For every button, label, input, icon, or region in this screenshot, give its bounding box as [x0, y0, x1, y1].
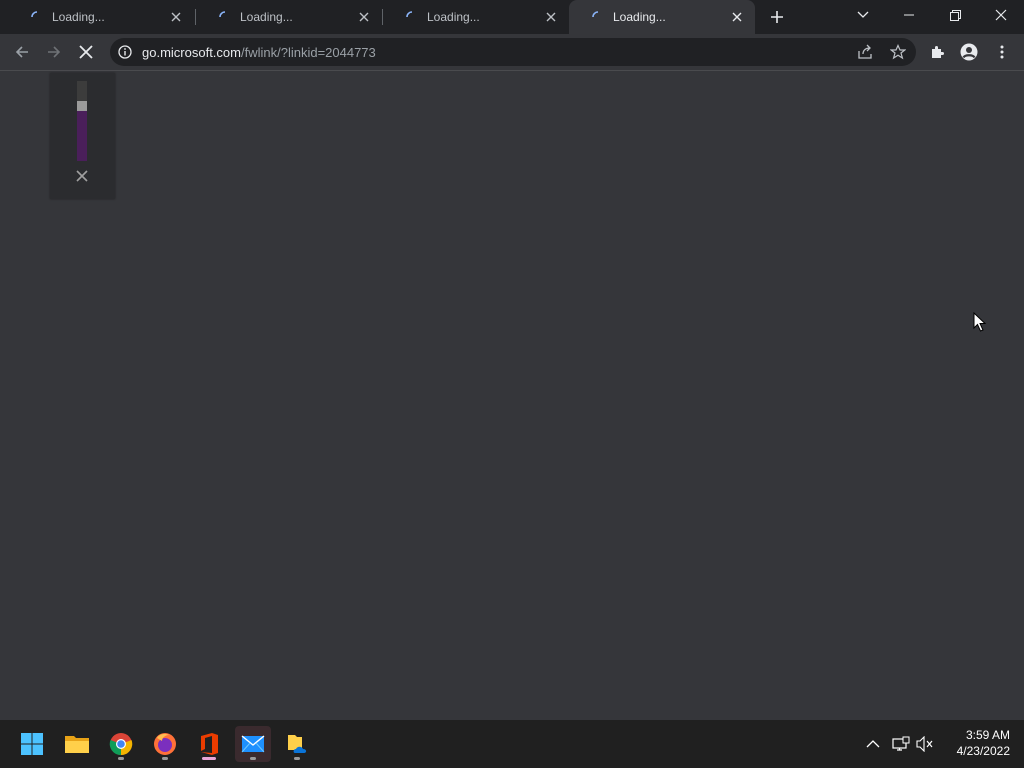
taskbar-file-explorer[interactable] — [59, 726, 95, 762]
volume-muted-icon — [916, 736, 933, 752]
plus-icon — [771, 11, 783, 23]
tab-title: Loading... — [52, 10, 105, 24]
running-indicator — [294, 757, 300, 760]
arrow-left-icon — [15, 46, 28, 58]
extensions-button[interactable] — [927, 42, 947, 62]
new-tab-button[interactable] — [767, 7, 787, 27]
chevron-up-icon — [866, 740, 880, 748]
chrome-icon — [109, 733, 133, 756]
volume-slider[interactable] — [77, 81, 87, 161]
taskbar-firefox[interactable] — [147, 726, 183, 762]
clock-time: 3:59 AM — [965, 728, 1010, 742]
taskbar-chrome[interactable] — [103, 726, 139, 762]
restore-icon — [949, 9, 961, 21]
taskbar-onedrive-files[interactable] — [279, 726, 315, 762]
folder-icon — [65, 736, 89, 753]
restore-button[interactable] — [932, 0, 978, 30]
network-button[interactable] — [891, 734, 911, 754]
volume-button[interactable] — [915, 734, 935, 754]
browser-toolbar: go.microsoft.com/fwlink/?linkid=2044773 — [0, 34, 1024, 70]
tab-2[interactable]: Loading... — [196, 0, 382, 34]
taskbar-clock[interactable]: 3:59 AM 4/23/2022 — [944, 727, 1010, 759]
share-icon — [858, 44, 872, 59]
taskbar-office[interactable] — [191, 726, 227, 762]
url-text[interactable]: go.microsoft.com/fwlink/?linkid=2044773 — [142, 45, 376, 60]
running-indicator — [202, 757, 216, 760]
tab-strip: Loading... Loading... Loading... Loading… — [0, 0, 1024, 34]
running-indicator — [250, 757, 256, 760]
minimize-icon — [904, 14, 914, 16]
star-icon — [890, 44, 906, 60]
tab-title: Loading... — [240, 10, 293, 24]
running-indicator — [118, 757, 124, 760]
forward-button[interactable] — [40, 38, 68, 66]
tab-title: Loading... — [427, 10, 480, 24]
kebab-menu-icon — [1000, 45, 1004, 59]
volume-slider-thumb[interactable] — [77, 101, 87, 111]
loading-spinner-icon — [31, 11, 38, 18]
tab-search-button[interactable] — [840, 0, 886, 30]
bookmark-button[interactable] — [889, 43, 907, 61]
network-icon — [892, 736, 910, 751]
folder-cloud-icon — [288, 735, 307, 753]
tab-close-icon[interactable] — [356, 9, 372, 25]
firefox-icon — [154, 733, 176, 755]
windows-logo-icon — [21, 733, 43, 755]
tab-4-active[interactable]: Loading... — [569, 0, 755, 34]
mail-icon — [241, 735, 265, 753]
tab-1[interactable]: Loading... — [8, 0, 194, 34]
share-button[interactable] — [856, 43, 874, 61]
loading-spinner-icon — [592, 11, 599, 18]
chevron-down-icon — [857, 11, 869, 18]
taskbar — [0, 720, 1024, 768]
close-icon[interactable] — [75, 169, 89, 183]
running-indicator — [162, 757, 168, 760]
minimize-button[interactable] — [886, 0, 932, 30]
info-icon[interactable] — [118, 45, 132, 59]
volume-slider-remaining — [77, 81, 87, 101]
back-button[interactable] — [8, 38, 36, 66]
loading-spinner-icon — [406, 11, 413, 18]
url-path: /fwlink/?linkid=2044773 — [240, 45, 376, 60]
stop-loading-button[interactable] — [72, 38, 100, 66]
tab-3[interactable]: Loading... — [383, 0, 569, 34]
close-icon — [79, 45, 93, 59]
close-window-button[interactable] — [978, 0, 1024, 30]
profile-button[interactable] — [959, 42, 979, 62]
close-icon — [995, 9, 1007, 21]
arrow-right-icon — [48, 46, 61, 58]
tab-close-icon[interactable] — [543, 9, 559, 25]
start-button[interactable] — [14, 726, 50, 762]
page-content — [0, 71, 1024, 720]
mouse-cursor-icon — [973, 312, 987, 332]
show-hidden-icons-button[interactable] — [863, 734, 883, 754]
url-host: go.microsoft.com — [142, 45, 241, 60]
address-bar[interactable]: go.microsoft.com/fwlink/?linkid=2044773 — [110, 38, 916, 66]
menu-button[interactable] — [992, 42, 1012, 62]
office-icon — [201, 733, 218, 755]
avatar-icon — [960, 43, 978, 61]
tab-title: Loading... — [613, 10, 666, 24]
taskbar-mail[interactable] — [235, 726, 271, 762]
loading-spinner-icon — [219, 11, 226, 18]
tab-close-icon[interactable] — [168, 9, 184, 25]
clock-date: 4/23/2022 — [956, 744, 1010, 758]
volume-flyout — [50, 73, 115, 199]
tab-close-icon[interactable] — [729, 9, 745, 25]
puzzle-icon — [932, 46, 944, 58]
